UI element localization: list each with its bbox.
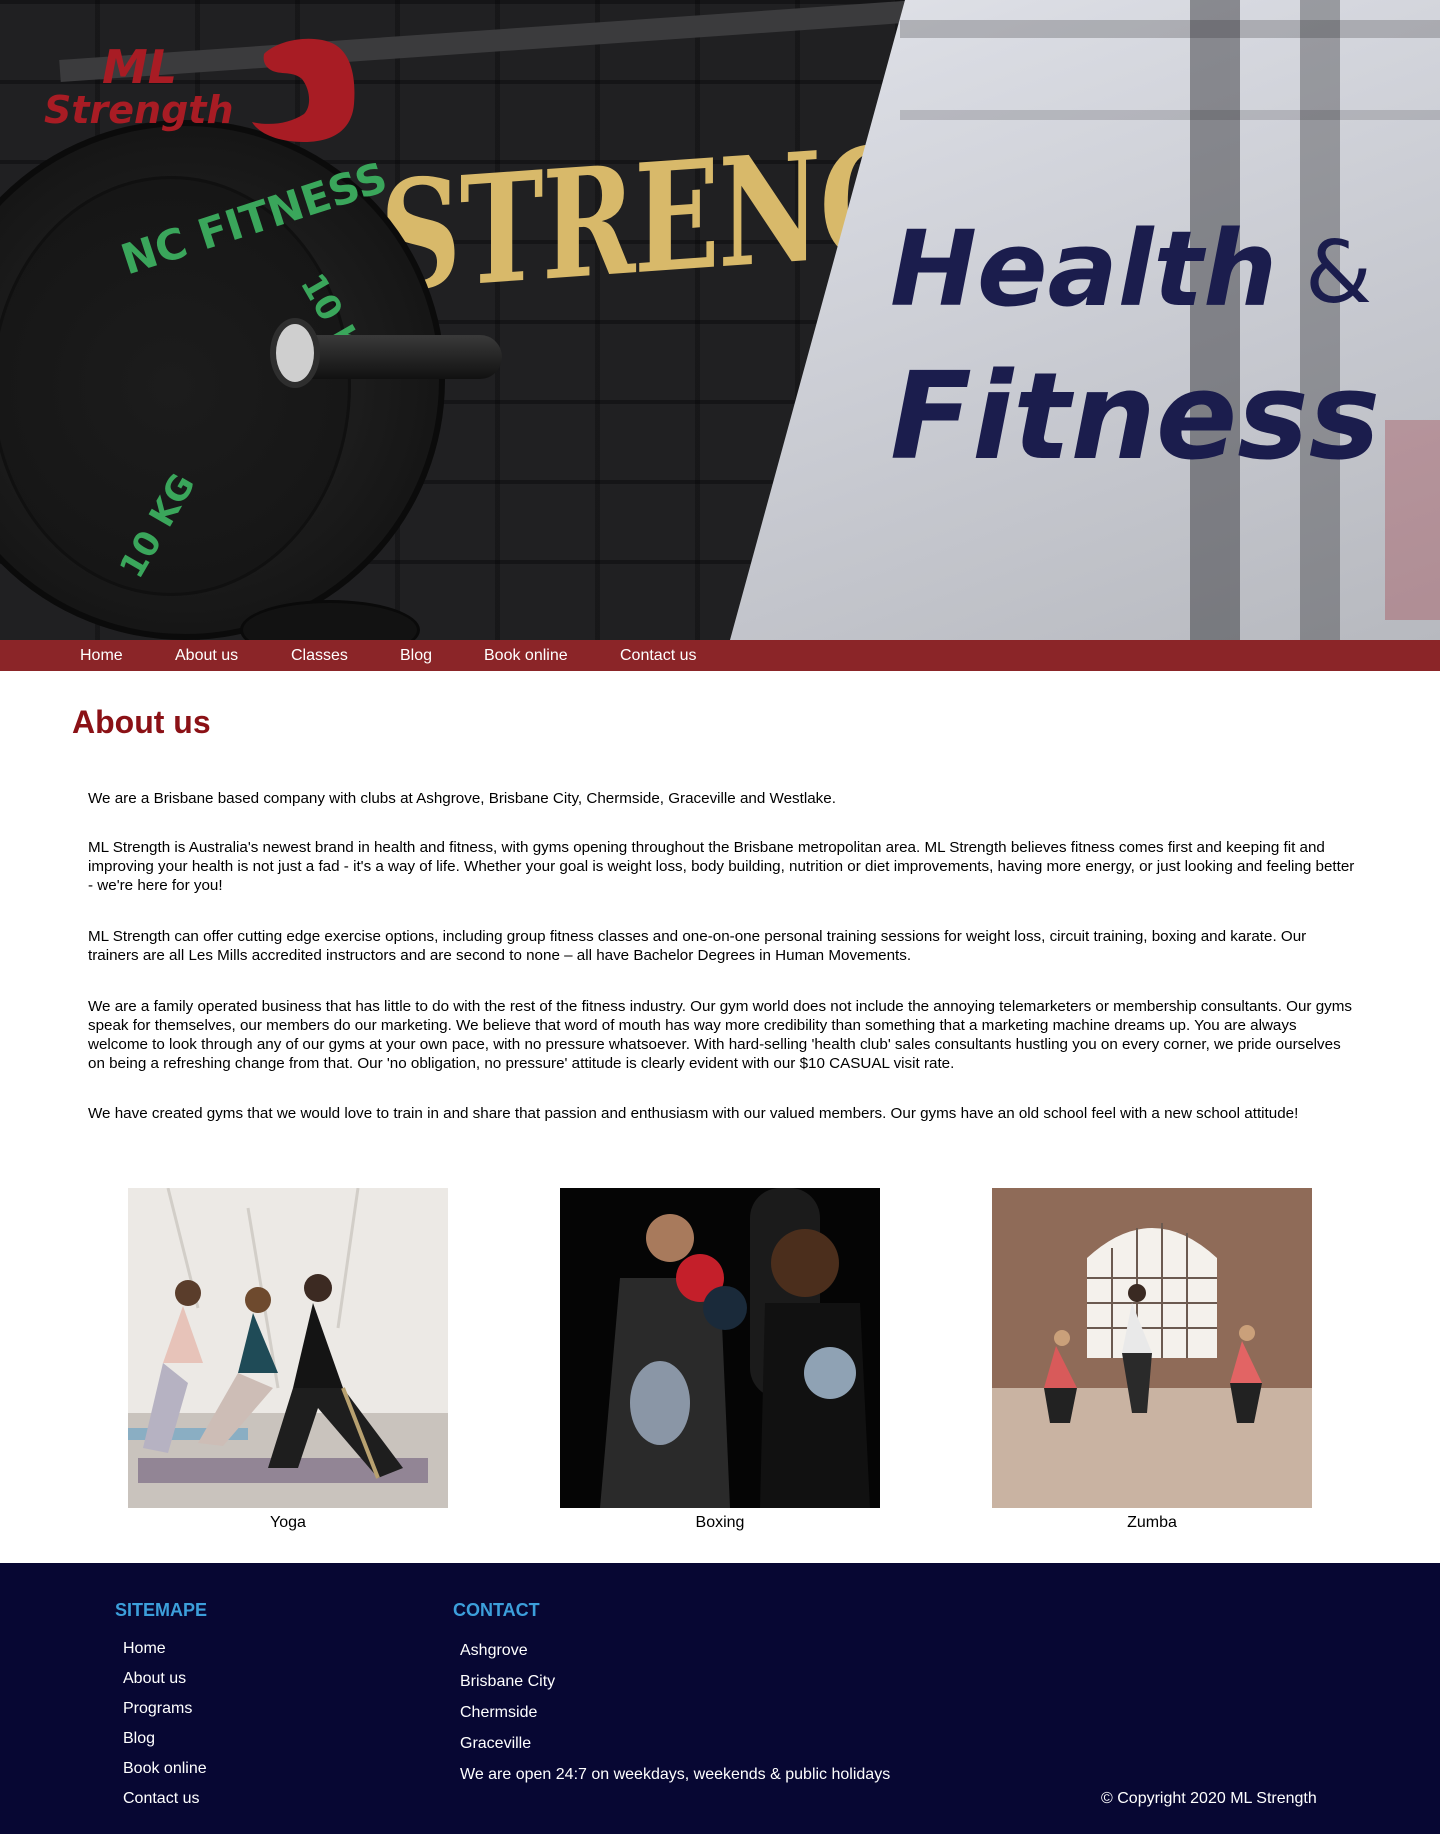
class-card-yoga[interactable]: Yoga [128, 1188, 448, 1531]
zumba-image [992, 1188, 1312, 1508]
about-paragraph: We have created gyms that we would love … [88, 1105, 1299, 1122]
class-caption-boxing: Boxing [695, 1514, 745, 1531]
hero-gym-red-equipment [1385, 420, 1440, 620]
yoga-photo[interactable] [128, 1188, 448, 1508]
hero-headline-health: Health [890, 208, 1278, 330]
nav-item-blog[interactable]: Blog [400, 640, 432, 671]
zumba-photo[interactable] [992, 1188, 1312, 1508]
class-card-zumba[interactable]: Zumba [992, 1188, 1312, 1531]
footer-contact-heading: CONTACT [453, 1600, 540, 1620]
nav-item-about-us[interactable]: About us [175, 640, 238, 671]
class-caption-yoga: Yoga [270, 1514, 306, 1531]
class-caption-zumba: Zumba [1127, 1514, 1177, 1531]
footer-link-blog[interactable]: Blog [123, 1730, 155, 1748]
footer-contact-location: Brisbane City [460, 1673, 556, 1690]
footer-link-contact-us[interactable]: Contact us [123, 1790, 199, 1808]
footer-link-programs[interactable]: Programs [123, 1700, 192, 1718]
page-title: About us [72, 704, 211, 740]
about-paragraph: ML Strength is Australia's newest brand … [88, 839, 1355, 894]
footer-link-home[interactable]: Home [123, 1640, 166, 1658]
brand-logo[interactable]: ML Strength [44, 32, 355, 142]
nav-item-home[interactable]: Home [80, 640, 123, 671]
hero-gym-beam-lower [900, 110, 1440, 120]
footer-link-book-online[interactable]: Book online [123, 1760, 207, 1778]
footer-sitemap-heading: SITEMAPE [115, 1600, 208, 1620]
hero-plate-hub [270, 318, 320, 388]
hero-headline-amp: & [1305, 223, 1373, 323]
footer-contact-location: Ashgrove [460, 1642, 528, 1659]
logo-text-ml: ML [102, 40, 178, 94]
site-footer: SITEMAPE Home About us Programs Blog Boo… [0, 1563, 1440, 1834]
footer-contact-location: Chermside [460, 1704, 538, 1721]
footer-link-about-us[interactable]: About us [123, 1670, 186, 1688]
boxing-image [560, 1188, 880, 1508]
hero-banner: STRENGTH NC FITNESS 10 KG 10 KG ML Stren… [0, 0, 1440, 640]
footer-contact-location: Graceville [460, 1735, 532, 1752]
hero-gym-beam [900, 20, 1440, 38]
about-paragraph: We are a Brisbane based company with clu… [88, 790, 836, 807]
boxing-photo[interactable] [560, 1188, 880, 1508]
nav-item-contact-us[interactable]: Contact us [620, 640, 696, 671]
main-nav: Home About us Classes Blog Book online C… [0, 640, 1440, 671]
logo-text-strength: Strength [44, 88, 234, 132]
hero-headline-fitness: Fitness [890, 348, 1381, 487]
footer-opening-hours: We are open 24:7 on weekdays, weekends &… [460, 1766, 891, 1783]
about-paragraph: We are a family operated business that h… [88, 998, 1352, 1072]
yoga-image [128, 1188, 448, 1508]
flexed-arm-icon [252, 38, 355, 142]
nav-item-classes[interactable]: Classes [291, 640, 348, 671]
class-card-boxing[interactable]: Boxing [560, 1188, 880, 1531]
footer-copyright: © Copyright 2020 ML Strength [1101, 1790, 1317, 1807]
about-paragraph: ML Strength can offer cutting edge exerc… [88, 928, 1307, 964]
nav-item-book-online[interactable]: Book online [484, 640, 568, 671]
